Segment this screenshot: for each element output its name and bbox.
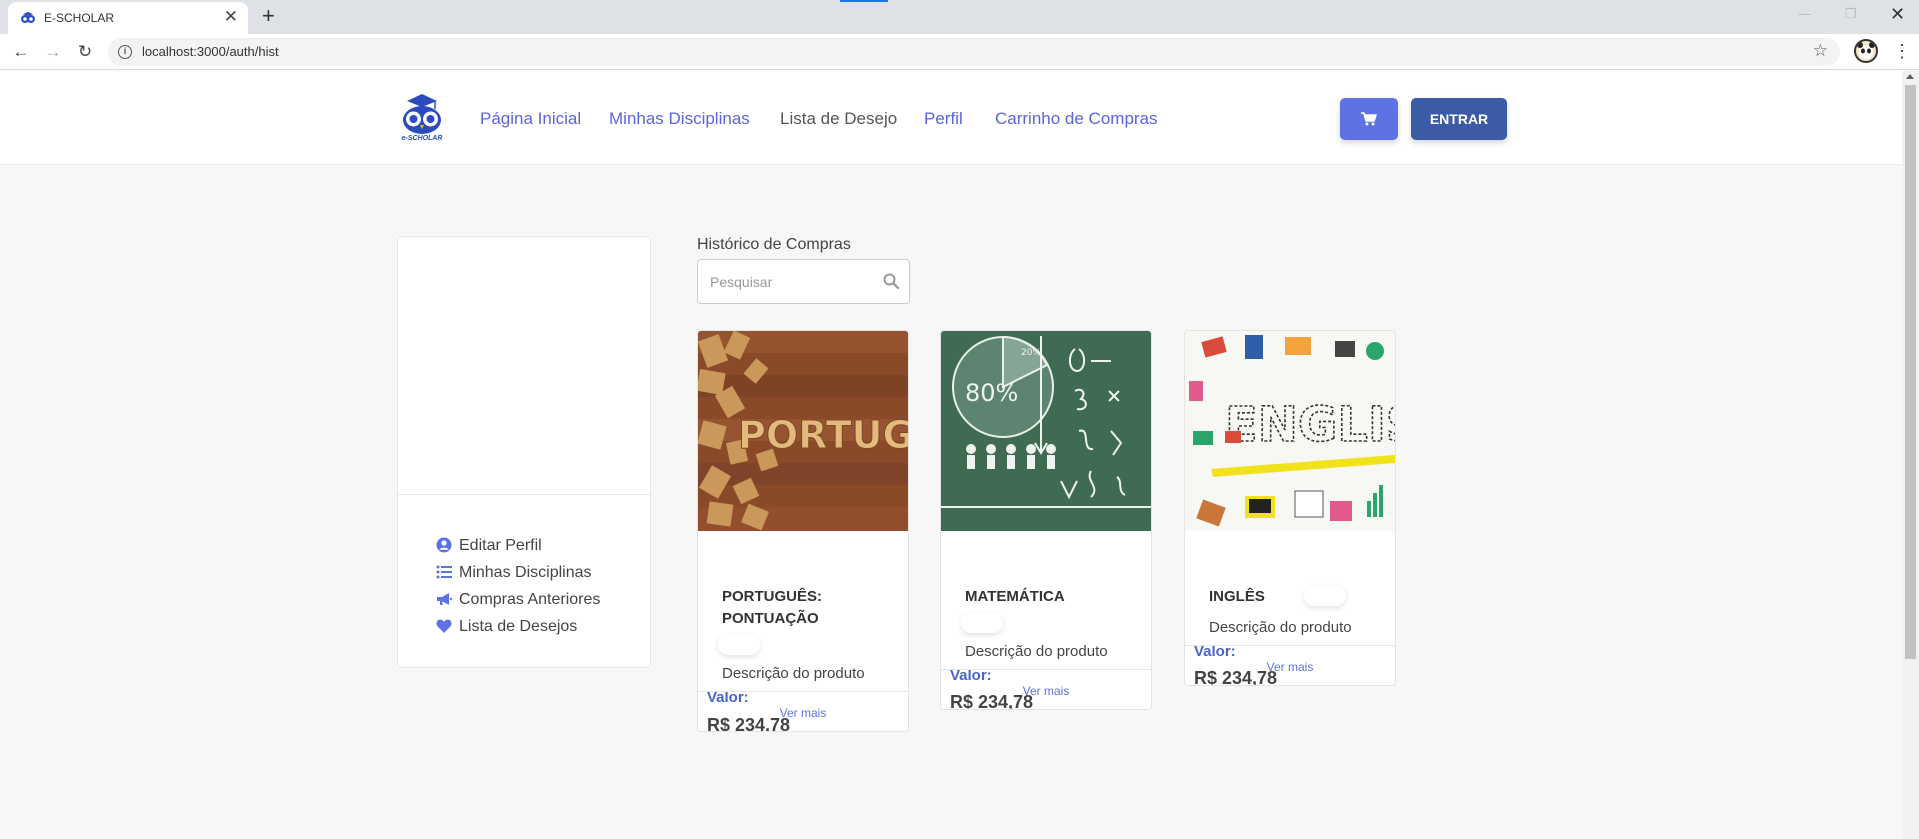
product-card: ENGLIS xyxy=(1184,330,1396,686)
address-bar[interactable]: i localhost:3000/auth/hist ☆ xyxy=(108,38,1840,66)
tab-title: E-SCHOLAR xyxy=(44,11,115,25)
site-logo[interactable]: e-SCHOLAR xyxy=(399,89,445,147)
product-badge xyxy=(1304,586,1346,606)
scrollbar-thumb[interactable] xyxy=(1905,85,1916,659)
logo-text: e-SCHOLAR xyxy=(401,135,443,142)
owl-logo-icon xyxy=(403,94,441,134)
product-description: Descrição do produto xyxy=(1209,619,1352,636)
product-badge xyxy=(961,613,1003,633)
panda-avatar-icon xyxy=(1857,42,1875,59)
browser-toolbar: ← → ↻ i localhost:3000/auth/hist ☆ xyxy=(0,34,1919,70)
nav-home[interactable]: Página Inicial xyxy=(480,109,581,129)
bookmark-star-icon[interactable]: ☆ xyxy=(1813,41,1828,61)
product-title: MATEMÁTICA xyxy=(965,588,1065,605)
sidebar-item-label: Lista de Desejos xyxy=(459,618,578,635)
product-card: 80% 20% MATEMÁTICA Descrição do produto … xyxy=(940,330,1152,710)
nav-profile[interactable]: Perfil xyxy=(924,109,963,129)
window-restore-button[interactable]: ❐ xyxy=(1845,4,1857,24)
english-doodle-image: ENGLIS xyxy=(1185,331,1395,531)
window-minimize-button[interactable]: — xyxy=(1798,4,1811,24)
wooden-letters-image: PORTUGU xyxy=(698,331,908,531)
cart-button[interactable] xyxy=(1340,98,1398,140)
search-input[interactable] xyxy=(699,261,869,302)
tab-close-icon[interactable]: ✕ xyxy=(224,7,238,27)
product-description: Descrição do produto xyxy=(965,643,1108,660)
svg-text:20%: 20% xyxy=(1021,348,1041,358)
see-more-link[interactable]: Ver mais xyxy=(941,684,1151,698)
product-image[interactable]: PORTUGU xyxy=(698,331,908,531)
owl-favicon-icon xyxy=(21,12,35,23)
reload-icon[interactable]: ↻ xyxy=(72,39,98,65)
chalkboard-math-image: 80% 20% xyxy=(941,331,1151,531)
forward-arrow-icon[interactable]: → xyxy=(40,39,66,65)
sidebar-item-label: Compras Anteriores xyxy=(459,591,601,608)
product-title: PORTUGUÊS: PONTUAÇÃO xyxy=(722,588,823,627)
product-description: Descrição do produto xyxy=(722,665,865,682)
new-tab-button[interactable]: + xyxy=(262,3,275,29)
profile-sidebar: Editar Perfil Minhas Disciplinas Compras… xyxy=(397,236,651,668)
card-footer: Ver mais xyxy=(941,669,1151,709)
list-icon xyxy=(436,565,452,579)
product-title: INGLÊS xyxy=(1209,588,1265,605)
see-more-link[interactable]: Ver mais xyxy=(698,706,908,720)
search-icon[interactable] xyxy=(883,273,899,289)
sidebar-divider xyxy=(398,494,650,495)
product-badge xyxy=(718,635,760,655)
loading-indicator xyxy=(840,0,888,2)
svg-text:80%: 80% xyxy=(965,379,1018,407)
card-footer: Ver mais xyxy=(698,691,908,731)
browser-tabstrip: E-SCHOLAR ✕ + — ❐ ✕ xyxy=(0,0,1919,34)
browser-tab[interactable]: E-SCHOLAR ✕ xyxy=(8,2,248,34)
cart-icon xyxy=(1361,112,1377,126)
sidebar-item-label: Minhas Disciplinas xyxy=(459,564,592,581)
nav-my-courses[interactable]: Minhas Disciplinas xyxy=(609,109,750,129)
product-image[interactable]: 80% 20% xyxy=(941,331,1151,531)
product-card: PORTUGU PORTUGUÊS: PONTUAÇÃO Descrição d… xyxy=(697,330,909,732)
product-image[interactable]: ENGLIS xyxy=(1185,331,1395,531)
section-title: Histórico de Compras xyxy=(697,236,851,253)
svg-text:ENGLIS: ENGLIS xyxy=(1225,397,1395,453)
see-more-link[interactable]: Ver mais xyxy=(1185,660,1395,674)
heart-icon xyxy=(436,619,452,633)
scroll-up-arrow-icon[interactable] xyxy=(1906,74,1914,79)
browser-menu-icon[interactable]: ⋮ xyxy=(1893,40,1911,62)
nav-cart[interactable]: Carrinho de Compras xyxy=(995,109,1158,129)
login-button[interactable]: ENTRAR xyxy=(1411,98,1507,140)
search-box xyxy=(697,259,910,304)
nav-wishlist[interactable]: Lista de Desejo xyxy=(780,109,897,129)
url-text[interactable]: localhost:3000/auth/hist xyxy=(142,44,279,59)
svg-text:PORTUGU: PORTUGU xyxy=(738,413,908,457)
page-scrollbar[interactable] xyxy=(1902,71,1919,839)
card-footer: Ver mais xyxy=(1185,645,1395,685)
window-close-button[interactable]: ✕ xyxy=(1890,4,1905,24)
megaphone-icon xyxy=(437,593,452,605)
sidebar-item-label: Editar Perfil xyxy=(459,537,542,554)
back-arrow-icon[interactable]: ← xyxy=(8,39,34,65)
page-viewport: e-SCHOLAR Página Inicial Minhas Discipli… xyxy=(0,71,1919,839)
user-circle-icon xyxy=(436,537,452,553)
profile-avatar[interactable] xyxy=(1854,39,1878,63)
info-icon[interactable]: i xyxy=(118,45,132,59)
site-header: e-SCHOLAR Página Inicial Minhas Discipli… xyxy=(0,71,1902,165)
